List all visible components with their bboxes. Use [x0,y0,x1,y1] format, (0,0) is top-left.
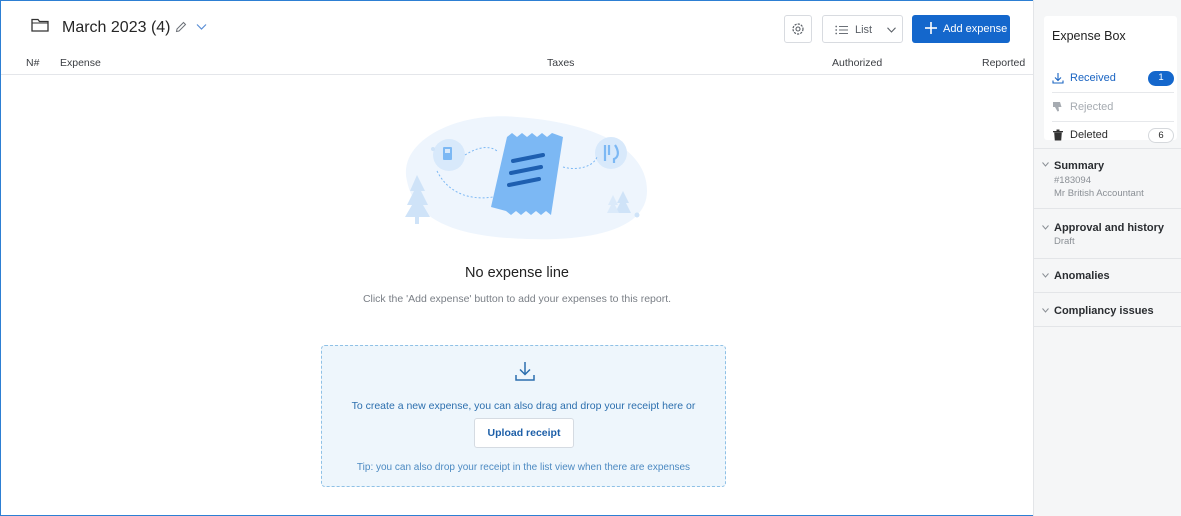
report-panel: March 2023 (4) List Add expense N# Expen… [0,0,1033,516]
empty-state-title: No expense line [465,265,569,281]
empty-state-subtitle: Click the 'Add expense' button to add yo… [362,293,672,305]
chevron-down-icon [1042,308,1049,313]
view-mode-label: List [855,24,873,36]
trash-icon [1053,129,1063,141]
report-header: March 2023 (4) List Add expense [1,1,1033,47]
received-count-badge: 1 [1148,71,1174,86]
dropzone-text: To create a new expense, you can also dr… [351,400,696,412]
folder-icon [31,18,49,32]
deleted-count-badge: 6 [1148,128,1174,143]
anomalies-title: Anomalies [1054,270,1110,282]
expense-box-rejected[interactable]: Rejected [1052,96,1174,122]
anomalies-section[interactable]: Anomalies [1034,258,1181,292]
expense-box-title: Expense Box [1052,29,1126,43]
report-owner: Mr British Accountant [1054,188,1144,199]
pencil-icon[interactable] [175,21,187,33]
list-icon [835,25,848,35]
chevron-down-icon [1042,162,1049,167]
compliancy-title: Compliancy issues [1054,305,1154,317]
download-icon [1052,73,1064,84]
expense-box-deleted[interactable]: Deleted 6 [1052,124,1174,150]
add-expense-button[interactable]: Add expense [912,15,1010,43]
chevron-down-icon [1042,225,1049,230]
download-icon [515,362,535,381]
column-taxes[interactable]: Taxes [547,57,574,69]
table-header: N# Expense Taxes Authorized Reported [1,51,1033,75]
expense-box-received[interactable]: Received 1 [1052,67,1174,93]
dropzone-tip: Tip: you can also drop your receipt in t… [356,462,691,473]
approval-section[interactable]: Approval and history Draft [1034,208,1181,258]
view-mode-dropdown[interactable]: List [822,15,903,43]
receipt-dropzone[interactable]: To create a new expense, you can also dr… [321,345,726,487]
rejected-label: Rejected [1070,101,1114,113]
column-number[interactable]: N# [26,57,39,69]
settings-button[interactable] [784,15,812,43]
summary-section[interactable]: Summary #183094 Mr British Accountant [1034,148,1181,208]
deleted-label: Deleted [1070,129,1108,141]
column-authorized[interactable]: Authorized [832,57,882,69]
chevron-down-icon [887,27,896,33]
add-expense-label: Add expense [943,23,1008,35]
plus-icon [925,22,937,34]
upload-receipt-button[interactable]: Upload receipt [474,418,574,448]
thumbs-down-icon [1053,102,1062,112]
empty-state-illustration [405,116,647,240]
right-sidebar: Expense Box Received 1 Rejected Deleted [1033,0,1181,516]
summary-title: Summary [1054,160,1105,172]
approval-title: Approval and history [1054,222,1165,234]
gear-icon [792,23,804,35]
column-expense[interactable]: Expense [60,57,101,69]
compliancy-section[interactable]: Compliancy issues [1034,292,1181,327]
column-reported[interactable]: Reported [982,57,1025,69]
report-number: #183094 [1054,175,1091,186]
chevron-down-icon [1042,273,1049,278]
report-title: March 2023 (4) [62,19,171,36]
approval-status: Draft [1054,236,1075,247]
received-label: Received [1070,72,1116,84]
expense-box: Expense Box Received 1 Rejected Deleted [1044,16,1177,143]
chevron-down-icon[interactable] [196,23,207,31]
